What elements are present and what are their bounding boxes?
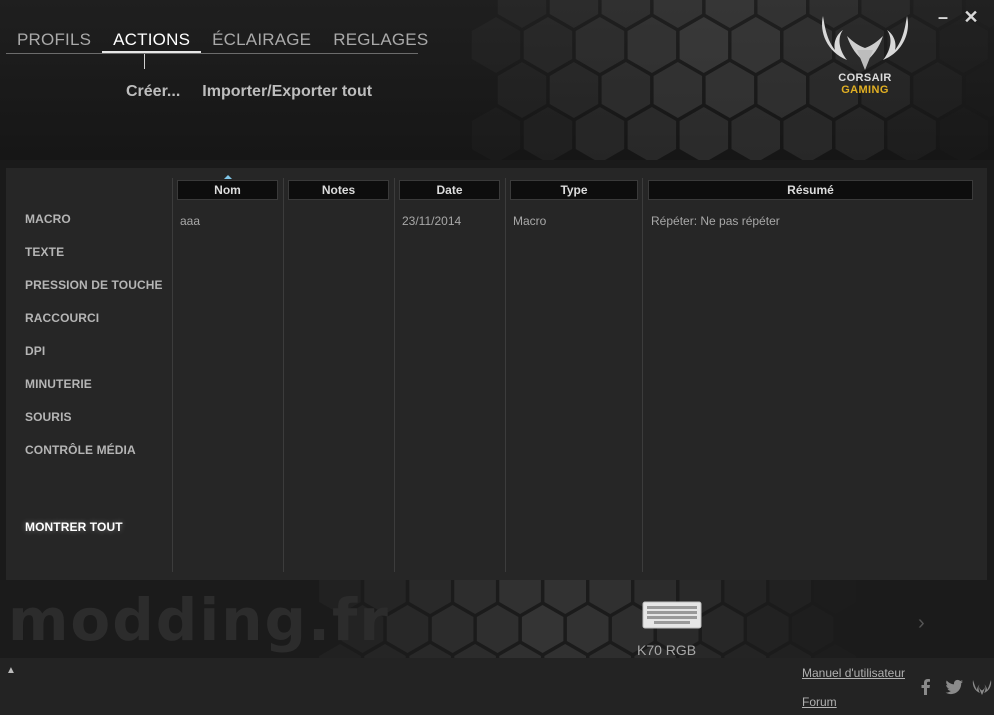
active-tab-indicator: [144, 54, 145, 69]
sidebar-item-pression-de-touche[interactable]: PRESSION DE TOUCHE: [25, 278, 163, 292]
forum-link[interactable]: Forum: [802, 695, 837, 709]
main-nav: PROFILS ACTIONS ÉCLAIRAGE REGLAGES: [6, 28, 428, 54]
sidebar-item-texte[interactable]: TEXTE: [25, 245, 64, 259]
column-divider: [283, 178, 284, 572]
chevron-right-icon[interactable]: ›: [918, 612, 925, 635]
actions-panel: MACRO TEXTE PRESSION DE TOUCHE RACCOURCI…: [6, 168, 987, 580]
device-name: K70 RGB: [637, 642, 697, 658]
column-divider: [642, 178, 643, 572]
create-action-link[interactable]: Créer...: [126, 83, 180, 101]
column-header-notes[interactable]: Notes: [288, 180, 389, 200]
column-header-resume[interactable]: Résumé: [648, 180, 973, 200]
corsair-icon[interactable]: [972, 678, 992, 696]
sidebar-item-minuterie[interactable]: MINUTERIE: [25, 377, 92, 391]
sort-ascending-icon: [224, 175, 232, 179]
sidebar-item-macro[interactable]: MACRO: [25, 212, 71, 226]
tab-reglages[interactable]: REGLAGES: [322, 28, 439, 53]
tab-eclairage[interactable]: ÉCLAIRAGE: [201, 28, 322, 53]
collapse-up-icon[interactable]: ▲: [6, 665, 16, 676]
tab-actions[interactable]: ACTIONS: [102, 28, 202, 53]
close-button[interactable]: ✕: [960, 6, 982, 28]
show-all-button[interactable]: MONTRER TOUT: [25, 520, 123, 534]
corsair-gaming-logo: CORSAIR GAMING: [815, 12, 915, 104]
brand-name: CORSAIR: [838, 72, 892, 84]
footer: ▲ Manuel d'utilisateur Forum: [0, 658, 994, 715]
watermark: modding.fr: [8, 586, 390, 654]
sidebar-item-souris[interactable]: SOURIS: [25, 410, 72, 424]
minimize-button[interactable]: –: [932, 6, 954, 28]
sidebar-item-dpi[interactable]: DPI: [25, 344, 45, 358]
import-export-all-link[interactable]: Importer/Exporter tout: [202, 83, 372, 101]
action-type-sidebar: MACRO TEXTE PRESSION DE TOUCHE RACCOURCI…: [6, 168, 172, 580]
cell-resume: Répéter: Ne pas répéter: [651, 214, 780, 228]
device-strip: modding.fr K70 RGB ›: [0, 580, 994, 658]
column-divider: [394, 178, 395, 572]
cell-type: Macro: [513, 214, 547, 228]
sidebar-item-controle-media[interactable]: CONTRÔLE MÉDIA: [25, 443, 136, 457]
twitter-icon[interactable]: [944, 678, 964, 696]
brand-subname: GAMING: [841, 84, 889, 96]
facebook-icon[interactable]: [916, 678, 936, 696]
user-manual-link[interactable]: Manuel d'utilisateur: [802, 666, 905, 680]
header: – ✕ PROFILS ACTIONS ÉCLAIRAGE REGLAGES C…: [0, 0, 994, 160]
column-divider: [505, 178, 506, 572]
cell-nom: aaa: [180, 214, 201, 228]
tab-profils[interactable]: PROFILS: [6, 28, 102, 53]
column-header-nom[interactable]: Nom: [177, 180, 278, 200]
column-divider: [172, 178, 173, 572]
corsair-sails-icon: [822, 16, 908, 70]
keyboard-icon[interactable]: [637, 600, 707, 630]
sub-nav: Créer... Importer/Exporter tout: [126, 83, 372, 101]
column-header-date[interactable]: Date: [399, 180, 500, 200]
sidebar-item-raccourci[interactable]: RACCOURCI: [25, 311, 99, 325]
cell-date: 23/11/2014: [402, 214, 462, 228]
column-header-type[interactable]: Type: [510, 180, 638, 200]
